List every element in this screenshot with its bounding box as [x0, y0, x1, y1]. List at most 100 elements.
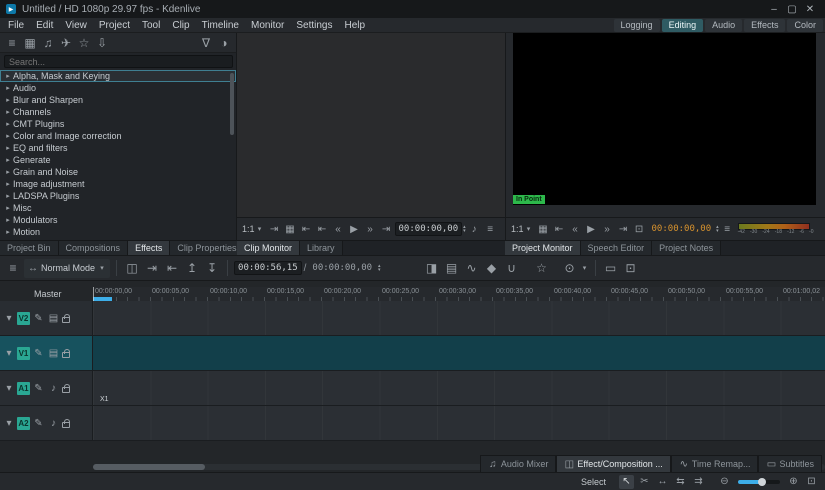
menu-clip[interactable]: Clip [166, 18, 195, 33]
go-to-end-icon[interactable]: ⇥ [379, 222, 394, 237]
timeline-position-timecode[interactable]: 00:00:56,15 [234, 261, 302, 275]
tab-clip-properties[interactable]: Clip Properties [170, 241, 244, 255]
menu-settings[interactable]: Settings [290, 18, 338, 33]
effect-category-ladspa[interactable]: ▸LADSPA Plugins [0, 190, 236, 202]
play-icon[interactable]: ▶ [584, 222, 599, 237]
scrollbar-thumb[interactable] [230, 73, 234, 135]
edit-mode-select[interactable]: ↔ Normal Mode ▾ [24, 259, 110, 278]
show-descriptions-icon[interactable]: ◑ [215, 34, 233, 52]
speaker-icon[interactable]: ♪ [47, 381, 60, 396]
close-button[interactable]: ✕ [801, 2, 819, 16]
tab-speech-editor[interactable]: Speech Editor [581, 241, 653, 255]
timeline-ruler[interactable]: 00:00:00,00 00:00:05,00 00:00:10,00 00:0… [93, 287, 825, 301]
effect-category-blur[interactable]: ▸Blur and Sharpen [0, 94, 236, 106]
lock-icon[interactable] [62, 422, 70, 428]
track-target-badge[interactable]: V2 [17, 312, 30, 325]
hamburger-menu-icon[interactable]: ≡ [3, 34, 21, 52]
clip-monitor-display[interactable] [237, 33, 505, 217]
insert-zone-icon[interactable]: ⇥ [143, 259, 161, 277]
chevron-down-icon[interactable]: ▾ [3, 416, 15, 431]
video-thumbnails-icon[interactable]: ▤ [47, 346, 60, 361]
workspace-editing[interactable]: Editing [662, 19, 704, 32]
clip-monitor-timecode[interactable]: 00:00:00,00 [395, 222, 463, 236]
audio-thumbnails-icon[interactable]: ∿ [463, 259, 481, 277]
workspace-logging[interactable]: Logging [614, 19, 660, 32]
tab-time-remap[interactable]: ∿Time Remap... [671, 455, 759, 472]
ripple-tool-icon[interactable]: ⇉ [691, 475, 706, 489]
effect-category-image[interactable]: ▸Image adjustment [0, 178, 236, 190]
timecode-spinner[interactable]: ▴▾ [378, 264, 381, 272]
speaker-icon[interactable]: ♪ [47, 416, 60, 431]
chevron-down-icon[interactable]: ▾ [3, 311, 15, 326]
effect-category-cmt[interactable]: ▸CMT Plugins [0, 118, 236, 130]
search-input[interactable] [4, 55, 233, 68]
video-thumbnails-icon[interactable]: ▤ [47, 311, 60, 326]
menu-monitor[interactable]: Monitor [245, 18, 290, 33]
workspace-audio[interactable]: Audio [705, 19, 742, 32]
timecode-spinner[interactable]: ▴▾ [716, 225, 719, 233]
chevron-down-icon[interactable]: ▾ [3, 346, 15, 361]
lock-icon[interactable] [62, 387, 70, 393]
track-header-v1[interactable]: ▾ V1 ✎ ▤ [0, 336, 93, 370]
zoom-in-icon[interactable]: ⊕ [786, 475, 801, 489]
timeline-settings-icon[interactable]: ≡ [4, 259, 22, 277]
edit-track-icon[interactable]: ✎ [32, 311, 45, 326]
grid-icon[interactable]: ▦ [536, 222, 551, 237]
select-tool-icon[interactable]: ↖ [619, 475, 634, 489]
insert-zone-icon[interactable]: ⇥ [267, 222, 282, 237]
show-markers-icon[interactable]: ◆ [483, 259, 501, 277]
track-header-a1[interactable]: ▾ A1 ✎ ♪ [0, 371, 93, 405]
spin-down-icon[interactable]: ▾ [716, 229, 719, 233]
effect-category-modulators[interactable]: ▸Modulators [0, 214, 236, 226]
tab-project-monitor[interactable]: Project Monitor [505, 241, 581, 255]
tab-library[interactable]: Library [300, 241, 343, 255]
track-header-v2[interactable]: ▾ V2 ✎ ▤ [0, 301, 93, 335]
zoom-out-icon[interactable]: ⊖ [717, 475, 732, 489]
grid-icon[interactable]: ▦ [283, 222, 298, 237]
monitor-menu-icon[interactable]: ≡ [720, 222, 735, 237]
effect-category-eq[interactable]: ▸EQ and filters [0, 142, 236, 154]
timecode-spinner[interactable]: ▴▾ [463, 225, 466, 233]
track-target-badge[interactable]: V1 [17, 347, 30, 360]
menu-project[interactable]: Project [93, 18, 136, 33]
go-to-start-icon[interactable]: ⇤ [552, 222, 567, 237]
track-lane-a2[interactable] [93, 406, 825, 440]
zone-mode-icon[interactable]: ⊡ [622, 259, 640, 277]
rewind-icon[interactable]: « [568, 222, 583, 237]
record-icon[interactable]: ⊙ [561, 259, 579, 277]
menu-view[interactable]: View [59, 18, 93, 33]
edit-track-icon[interactable]: ✎ [32, 381, 45, 396]
track-lane-v2[interactable] [93, 301, 825, 335]
favorite-effects-icon[interactable]: ☆ [533, 259, 551, 277]
minimize-button[interactable]: – [765, 2, 783, 16]
effect-category-generate[interactable]: ▸Generate [0, 154, 236, 166]
menu-tool[interactable]: Tool [136, 18, 166, 33]
effect-category-audio[interactable]: ▸Audio [0, 82, 236, 94]
chevron-down-icon[interactable]: ▾ [3, 381, 15, 396]
zone-icon[interactable]: ⊡ [632, 222, 647, 237]
effect-category-misc[interactable]: ▸Misc [0, 202, 236, 214]
master-effects-button[interactable]: Master [30, 289, 66, 299]
monitor-zoom-select[interactable]: 1:1▾ [509, 222, 535, 237]
effect-category-grain[interactable]: ▸Grain and Noise [0, 166, 236, 178]
spacer-tool-icon[interactable]: ↔ [655, 475, 670, 489]
maximize-button[interactable]: ▢ [783, 2, 801, 16]
save-icon[interactable]: ▦ [21, 34, 39, 52]
tab-effect-composition-stack[interactable]: ◫Effect/Composition ... [556, 455, 670, 472]
snap-icon[interactable]: ∪ [503, 259, 521, 277]
zoom-slider-handle[interactable] [758, 478, 766, 486]
effects-scrollbar[interactable] [230, 73, 234, 233]
effect-category-color[interactable]: ▸Color and Image correction [0, 130, 236, 142]
lock-icon[interactable] [62, 317, 70, 323]
tab-effects[interactable]: Effects [128, 241, 170, 255]
tab-subtitles[interactable]: ▭Subtitles [758, 455, 822, 472]
extract-zone-icon[interactable]: ⇤ [299, 222, 314, 237]
slip-tool-icon[interactable]: ⇆ [673, 475, 688, 489]
menu-timeline[interactable]: Timeline [196, 18, 245, 33]
render-icon[interactable]: ✈ [57, 34, 75, 52]
lock-icon[interactable] [62, 352, 70, 358]
download-effects-icon[interactable]: ⇩ [93, 34, 111, 52]
filter-icon[interactable]: ∇ [197, 34, 215, 52]
spin-down-icon[interactable]: ▾ [378, 268, 381, 272]
tab-audio-mixer[interactable]: ♫Audio Mixer [480, 455, 557, 472]
